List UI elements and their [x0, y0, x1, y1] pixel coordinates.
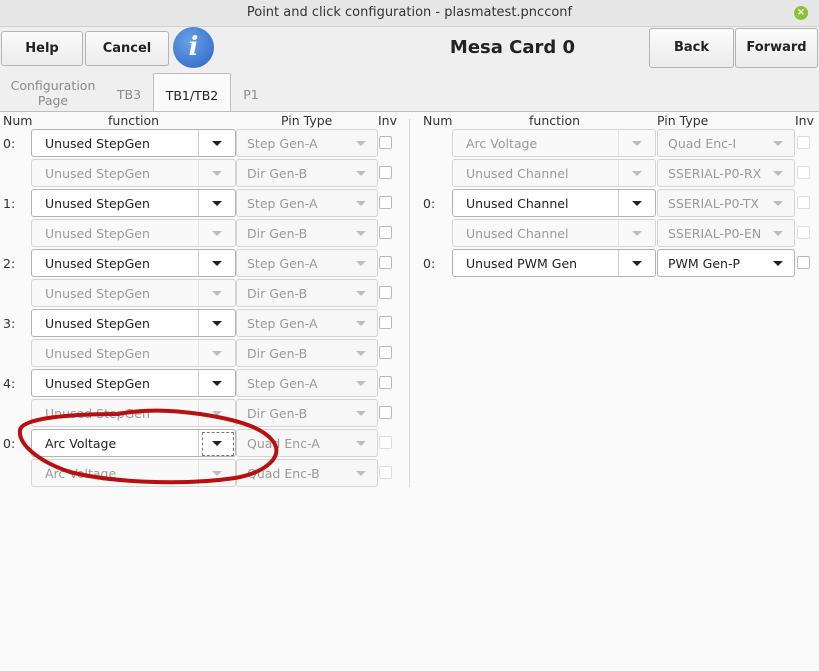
- annotation-circle: [17, 408, 279, 485]
